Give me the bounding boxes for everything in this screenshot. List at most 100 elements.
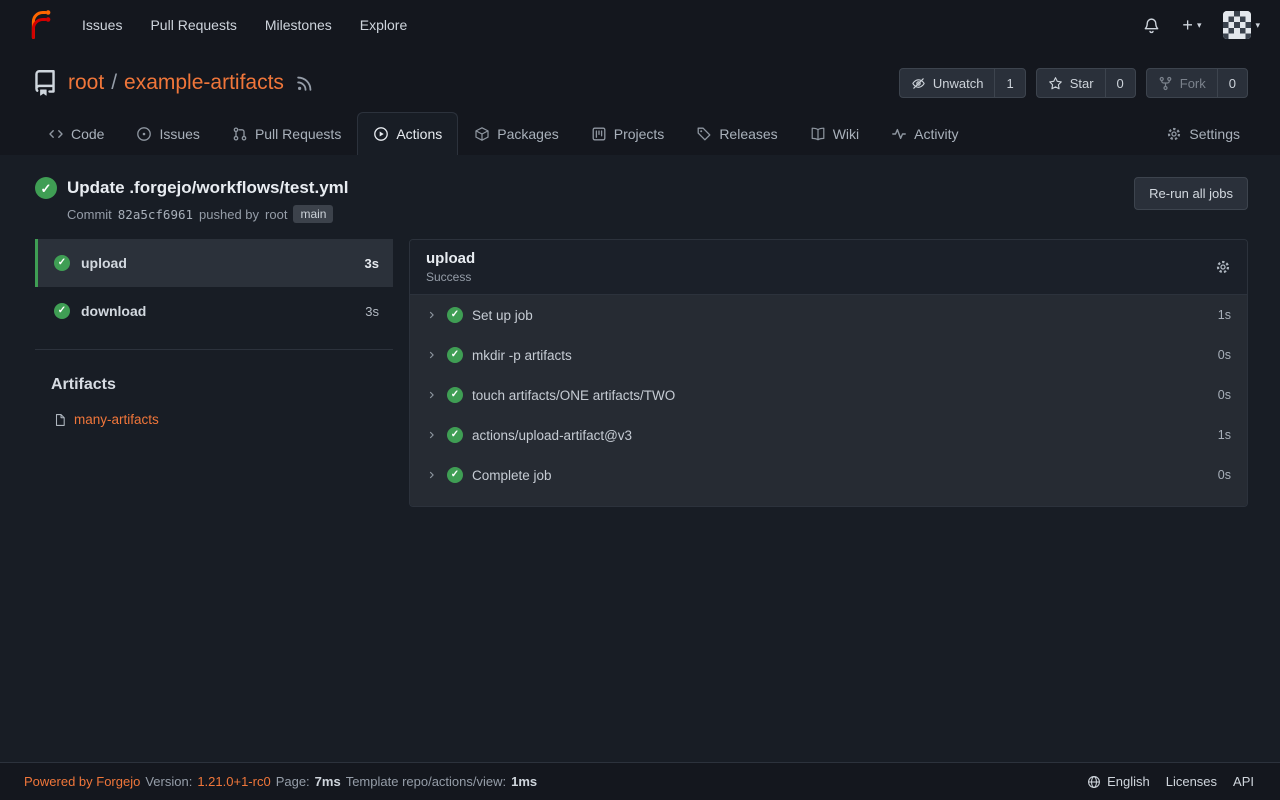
branch-badge[interactable]: main xyxy=(293,205,333,223)
plus-icon: + xyxy=(1182,16,1193,34)
job-name: download xyxy=(81,303,146,319)
forgejo-logo-icon[interactable] xyxy=(24,10,54,40)
step-row-mkdir[interactable]: ✓ mkdir -p artifacts 0s xyxy=(410,335,1247,375)
success-check-icon: ✓ xyxy=(35,177,57,199)
footer-right: English Licenses API xyxy=(1087,774,1254,789)
star-button[interactable]: Star xyxy=(1037,69,1105,97)
star-count[interactable]: 0 xyxy=(1105,69,1135,97)
success-check-icon: ✓ xyxy=(447,427,463,443)
page-time-value: 7ms xyxy=(315,774,341,789)
tab-packages[interactable]: Packages xyxy=(458,112,574,155)
language-picker[interactable]: English xyxy=(1087,774,1150,789)
tab-pull-requests[interactable]: Pull Requests xyxy=(216,112,357,155)
avatar xyxy=(1223,11,1251,39)
tab-code[interactable]: Code xyxy=(32,112,120,155)
tab-label: Actions xyxy=(396,126,442,142)
tab-label: Activity xyxy=(914,126,958,142)
job-detail-name: upload xyxy=(426,250,475,267)
notifications-bell-icon[interactable] xyxy=(1143,17,1160,34)
tab-settings[interactable]: Settings xyxy=(1150,112,1256,155)
code-icon xyxy=(48,126,64,142)
job-row-download[interactable]: ✓ download 3s xyxy=(35,287,393,335)
step-row-complete-job[interactable]: ✓ Complete job 0s xyxy=(410,455,1247,495)
fork-button[interactable]: Fork xyxy=(1147,69,1217,97)
tab-releases[interactable]: Releases xyxy=(680,112,793,155)
step-row-upload-artifact[interactable]: ✓ actions/upload-artifact@v3 1s xyxy=(410,415,1247,455)
repo-icon xyxy=(32,70,58,96)
pull-request-icon xyxy=(232,126,248,142)
fork-icon xyxy=(1158,76,1173,91)
navbar-links: Issues Pull Requests Milestones Explore xyxy=(82,17,407,33)
pulse-icon xyxy=(891,126,907,142)
tab-label: Wiki xyxy=(833,126,859,142)
navbar-item-milestones[interactable]: Milestones xyxy=(265,17,332,33)
rss-icon[interactable] xyxy=(296,75,313,92)
rerun-all-jobs-button[interactable]: Re-run all jobs xyxy=(1134,177,1248,210)
step-row-touch[interactable]: ✓ touch artifacts/ONE artifacts/TWO 0s xyxy=(410,375,1247,415)
api-link[interactable]: API xyxy=(1233,774,1254,789)
chevron-right-icon xyxy=(426,429,438,441)
package-icon xyxy=(474,126,490,142)
navbar-right: + ▾ ▾ xyxy=(1143,11,1260,39)
navbar-item-explore[interactable]: Explore xyxy=(360,17,407,33)
tab-wiki[interactable]: Wiki xyxy=(794,112,875,155)
navbar-item-issues[interactable]: Issues xyxy=(82,17,122,33)
fork-count[interactable]: 0 xyxy=(1217,69,1247,97)
tab-projects[interactable]: Projects xyxy=(575,112,681,155)
create-new-menu[interactable]: + ▾ xyxy=(1182,16,1201,34)
repo-header: root / example-artifacts xyxy=(0,50,1280,155)
fork-button-group: Fork 0 xyxy=(1146,68,1248,98)
tab-activity[interactable]: Activity xyxy=(875,112,974,155)
commit-sha-link[interactable]: 82a5cf6961 xyxy=(118,207,193,222)
watch-count[interactable]: 1 xyxy=(994,69,1024,97)
tab-label: Pull Requests xyxy=(255,126,341,142)
tab-label: Settings xyxy=(1189,126,1240,142)
job-row-upload[interactable]: ✓ upload 3s xyxy=(35,239,393,287)
tag-icon xyxy=(696,126,712,142)
step-row-set-up-job[interactable]: ✓ Set up job 1s xyxy=(410,295,1247,335)
repo-owner-link[interactable]: root xyxy=(68,71,104,95)
run-body: ✓ upload 3s ✓ download 3s Artifacts many… xyxy=(35,239,1248,762)
run-header: ✓ Update .forgejo/workflows/test.yml Com… xyxy=(35,177,1248,223)
step-name: actions/upload-artifact@v3 xyxy=(472,428,632,443)
powered-by-link[interactable]: Powered by Forgejo xyxy=(24,774,140,789)
page: Issues Pull Requests Milestones Explore … xyxy=(0,0,1280,800)
star-label: Star xyxy=(1070,76,1094,91)
file-icon xyxy=(53,413,67,427)
artifact-item: many-artifacts xyxy=(53,412,393,427)
commit-line: Commit 82a5cf6961 pushed by root main xyxy=(67,205,349,223)
tab-issues[interactable]: Issues xyxy=(120,112,215,155)
pushed-by-label: pushed by xyxy=(199,207,259,222)
navbar-item-pull-requests[interactable]: Pull Requests xyxy=(150,17,236,33)
repo-name-link[interactable]: example-artifacts xyxy=(124,71,284,95)
tab-actions[interactable]: Actions xyxy=(357,112,458,155)
fork-label: Fork xyxy=(1180,76,1206,91)
step-name: Set up job xyxy=(472,308,533,323)
version-label: Version: xyxy=(145,774,192,789)
step-name: touch artifacts/ONE artifacts/TWO xyxy=(472,388,675,403)
job-options-gear-icon[interactable] xyxy=(1215,259,1231,275)
book-icon xyxy=(810,126,826,142)
success-check-icon: ✓ xyxy=(54,303,70,319)
job-detail-panel: upload Success ✓ Set up job 1s xyxy=(409,239,1248,507)
project-board-icon xyxy=(591,126,607,142)
eye-off-icon xyxy=(911,76,926,91)
job-duration: 3s xyxy=(365,304,379,319)
licenses-link[interactable]: Licenses xyxy=(1166,774,1217,789)
watch-button-group: Unwatch 1 xyxy=(899,68,1026,98)
job-name: upload xyxy=(81,255,127,271)
user-menu[interactable]: ▾ xyxy=(1223,11,1260,39)
job-duration: 3s xyxy=(365,256,379,271)
chevron-right-icon xyxy=(426,389,438,401)
repo-tabs: Code Issues Pull Requests Actions xyxy=(0,112,1280,155)
unwatch-button[interactable]: Unwatch xyxy=(900,69,995,97)
page-time-label: Page: xyxy=(276,774,310,789)
pusher-name: root xyxy=(265,207,287,222)
version-link[interactable]: 1.21.0+1-rc0 xyxy=(197,774,270,789)
chevron-down-icon: ▾ xyxy=(1255,20,1260,31)
star-button-group: Star 0 xyxy=(1036,68,1136,98)
artifact-download-link[interactable]: many-artifacts xyxy=(74,412,159,427)
steps-list: ✓ Set up job 1s ✓ mkdir -p artifacts 0s xyxy=(410,295,1247,506)
tab-label: Releases xyxy=(719,126,777,142)
tab-label: Projects xyxy=(614,126,665,142)
